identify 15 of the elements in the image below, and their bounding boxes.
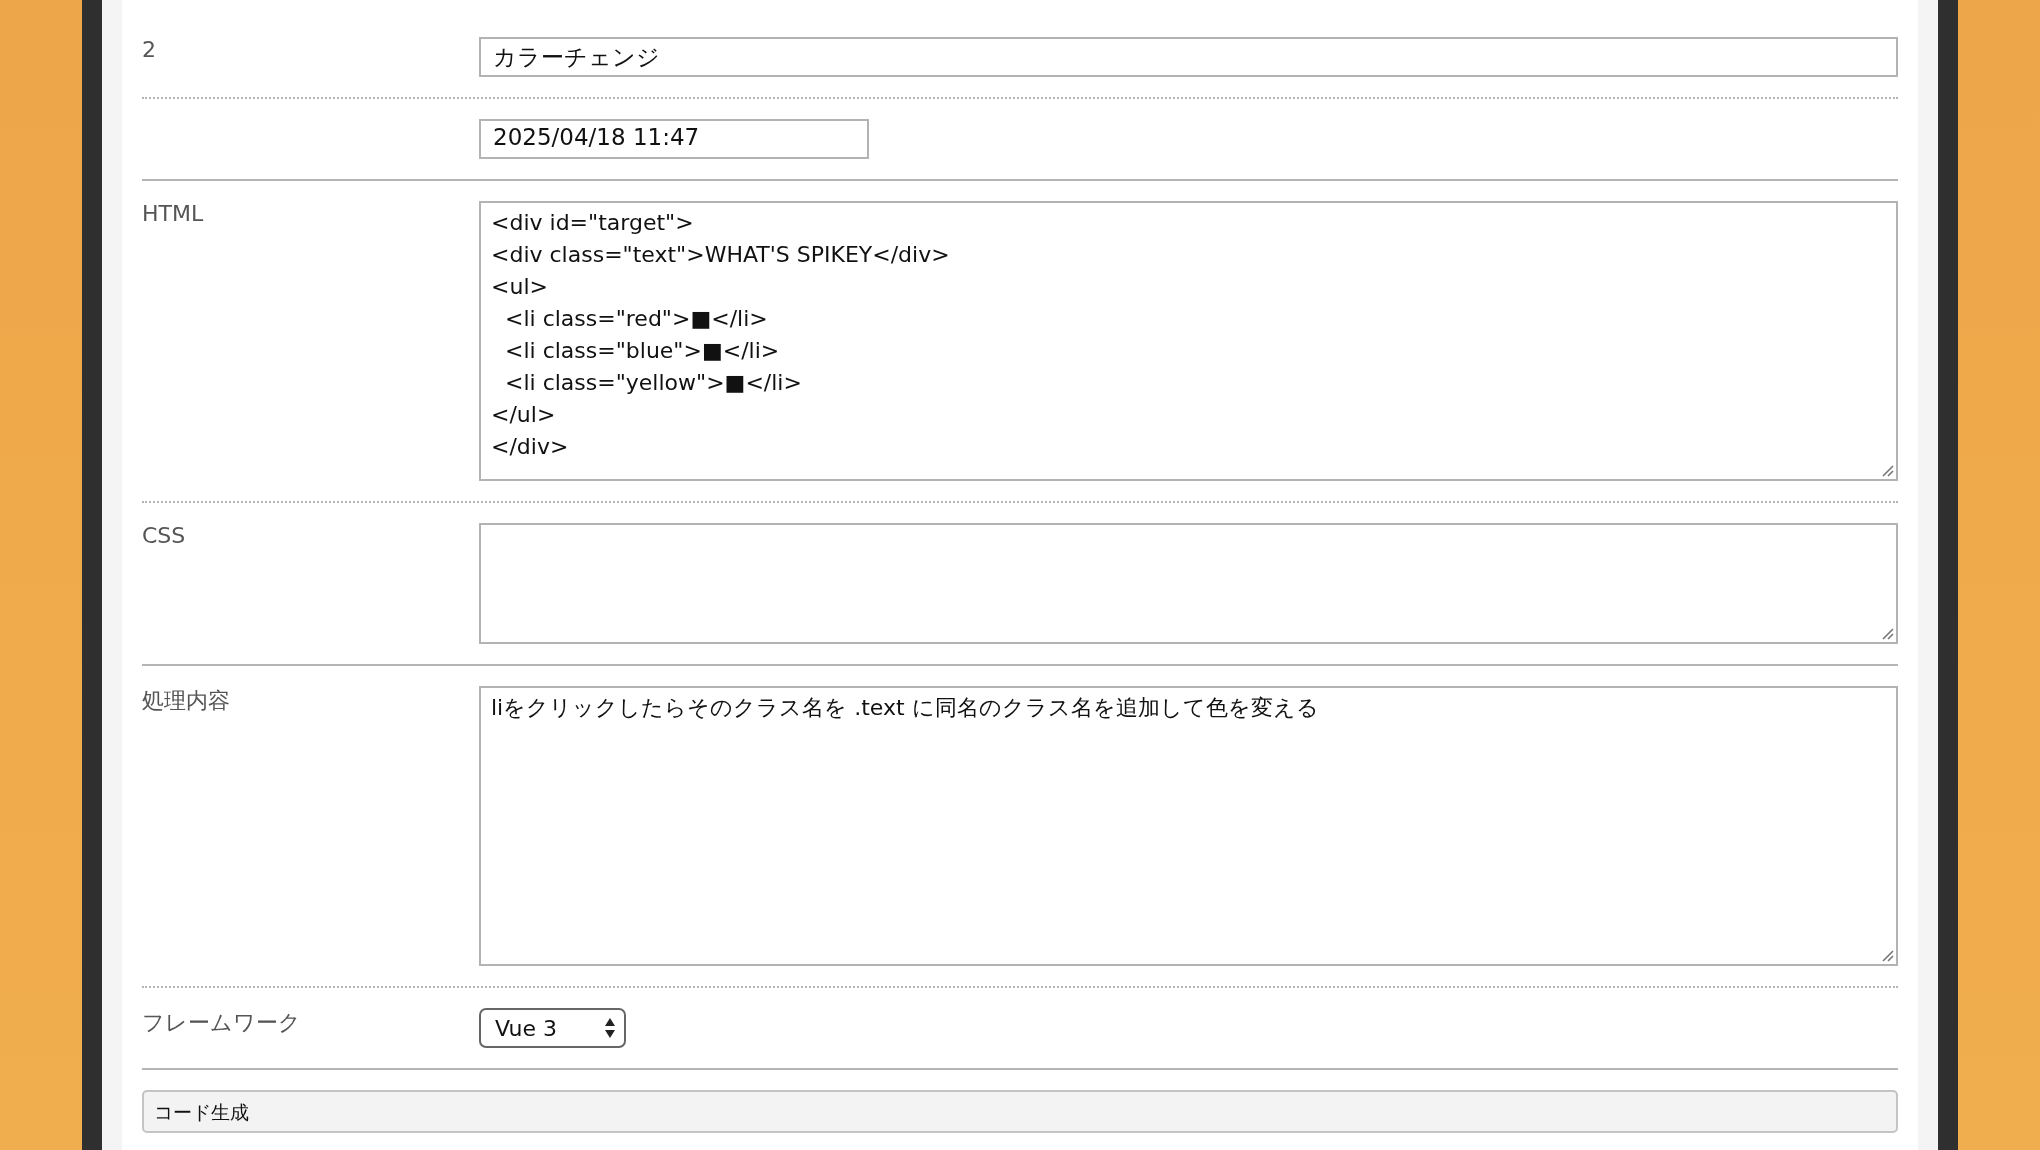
field-label: HTML <box>142 200 204 226</box>
text-field[interactable]: 2025/04/18 11:47 <box>479 119 869 159</box>
text-field[interactable]: カラーチェンジ <box>479 37 1898 77</box>
up-down-arrows-icon <box>604 1017 616 1039</box>
resize-handle-icon[interactable] <box>1880 463 1894 477</box>
field-label: CSS <box>142 522 186 548</box>
field-label: 2 <box>142 36 156 62</box>
select-dropdown[interactable]: Vue 3 <box>479 1008 626 1048</box>
resize-handle-icon[interactable] <box>1880 948 1894 962</box>
resize-handle-icon[interactable] <box>1880 626 1894 640</box>
text-area[interactable]: <div id="target"> <div class="text">WHAT'S SPIKEY</div> <ul> <li class="red">■</li> <li class="blue">■</li> <li class="yellow">■</li> </ul> </div> <box>479 201 1898 481</box>
section-header: コード生成 <box>142 1090 1898 1133</box>
field-label: フレームワーク <box>142 1009 301 1035</box>
text-area[interactable]: liをクリックしたらそのクラス名を .text に同名のクラス名を追加して色を変える <box>479 686 1898 966</box>
field-label: 処理内容 <box>142 687 230 713</box>
